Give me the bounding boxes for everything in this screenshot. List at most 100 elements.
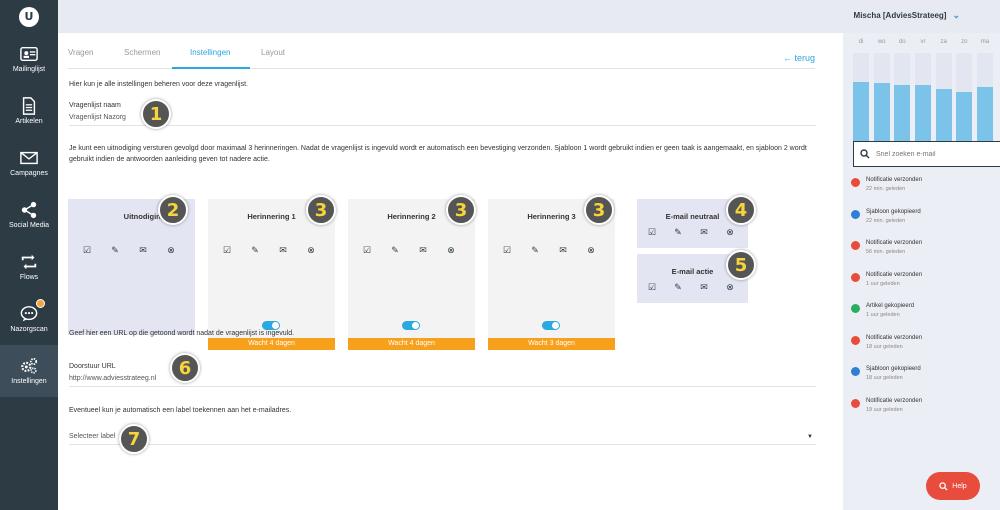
enable-toggle[interactable]	[402, 321, 420, 330]
card-actions: ☑ ✎ ✉ ⊗	[360, 243, 472, 257]
main-content: Vragen Schermen Instellingen Layout ← te…	[58, 33, 843, 510]
label-select-underline	[69, 444, 816, 445]
marker-5: 5	[726, 250, 756, 280]
day-label: di	[858, 39, 864, 45]
sidebar-item-mailinglijst[interactable]: Mailinglijst	[0, 33, 58, 85]
quick-search[interactable]	[853, 141, 1000, 167]
checkbox-icon[interactable]: ☑	[80, 243, 94, 257]
pencil-icon[interactable]: ✎	[388, 243, 402, 257]
feed-item-title: Notificatie verzonden	[866, 240, 923, 246]
feed-item-time: 1 uur geleden	[866, 312, 900, 318]
help-button[interactable]: Help	[926, 472, 980, 500]
sidebar-item-label: Flows	[19, 274, 39, 281]
sidebar-item-artikelen[interactable]: Artikelen	[0, 85, 58, 137]
tab-vragen[interactable]: Vragen	[68, 48, 94, 57]
flows-icon	[21, 254, 37, 270]
pencil-icon[interactable]: ✎	[248, 243, 262, 257]
feed-item-time: 18 uur geleden	[866, 343, 903, 350]
envelope-icon[interactable]: ✉	[136, 243, 150, 257]
pencil-icon[interactable]: ✎	[671, 225, 685, 239]
dropdown-arrow-icon[interactable]: ▼	[807, 434, 813, 440]
wait-label: Wacht 3 dagen	[488, 338, 615, 350]
day-label: ma	[980, 39, 990, 45]
feed-item-title: Notificatie verzonden	[866, 177, 923, 183]
sidebar-item-campagnes[interactable]: Campagnes	[0, 137, 58, 189]
activity-bar-chart	[853, 53, 993, 141]
url-intro-text: Geef hier een URL op die getoond wordt n…	[69, 330, 295, 337]
activity-bar	[894, 84, 911, 141]
tab-instellingen[interactable]: Instellingen	[190, 48, 230, 57]
chevron-down-icon: ⌄	[952, 10, 960, 20]
feed-item-title: Artikel gekopieerd	[866, 303, 915, 309]
label-intro-text: Eventueel kun je automatisch een label t…	[69, 407, 292, 414]
feed-item-time: 22 min. geleden	[866, 186, 906, 192]
envelope-icon[interactable]: ✉	[697, 225, 711, 239]
marker-3: 3	[446, 195, 476, 225]
sidebar-item-label: Mailinglijst	[12, 66, 46, 73]
sidebar-item-label: Instellingen	[11, 378, 47, 385]
envelope-icon[interactable]: ✉	[697, 280, 711, 294]
day-label: do	[898, 39, 906, 45]
gears-icon	[21, 357, 38, 374]
logo-icon: U	[19, 6, 39, 27]
url-field-label: Doorstuur URL	[69, 363, 116, 370]
sidebar: Mailinglijst Artikelen Campagnes Social …	[0, 33, 58, 510]
url-field-input[interactable]: http://www.adviesstrateeg.nl	[69, 375, 156, 382]
sidebar-item-label: Nazorgscan	[10, 326, 48, 333]
envelope-icon[interactable]: ✉	[276, 243, 290, 257]
card-actions: ☑ ✎ ✉ ⊗	[500, 243, 612, 257]
envelope-icon[interactable]: ✉	[556, 243, 570, 257]
search-icon	[860, 149, 870, 159]
feed-item-time: 19 uur geleden	[866, 406, 903, 413]
close-icon[interactable]: ⊗	[304, 243, 318, 257]
pencil-icon[interactable]: ✎	[108, 243, 122, 257]
envelope-icon[interactable]: ✉	[416, 243, 430, 257]
checkbox-icon[interactable]: ☑	[220, 243, 234, 257]
sidebar-item-flows[interactable]: Flows	[0, 241, 58, 293]
card-actions: ☑ ✎ ✉ ⊗	[645, 280, 749, 294]
day-label: za	[940, 39, 947, 45]
back-link[interactable]: ← terug	[783, 53, 815, 63]
envelope-icon	[20, 151, 38, 165]
name-field-input[interactable]: Vragenlijst Nazorg	[69, 114, 126, 121]
enable-toggle[interactable]	[262, 321, 280, 330]
enable-toggle[interactable]	[542, 321, 560, 330]
app-logo[interactable]: U	[0, 0, 58, 33]
feed-item-title: Sjabloon gekopieerd	[866, 208, 921, 215]
checkbox-icon[interactable]: ☑	[645, 280, 659, 294]
marker-3: 3	[584, 195, 614, 225]
marker-6: 6	[170, 353, 200, 383]
sidebar-item-label: Campagnes	[10, 170, 48, 177]
feed-item-title: Notificatie verzonden	[866, 397, 923, 404]
checkbox-icon[interactable]: ☑	[645, 225, 659, 239]
top-bar: U Mischa [AdviesStrateeg] ⌄	[0, 0, 1000, 33]
pencil-icon[interactable]: ✎	[671, 280, 685, 294]
close-icon[interactable]: ⊗	[164, 243, 178, 257]
tab-layout[interactable]: Layout	[261, 48, 285, 57]
label-select[interactable]: Selecteer label	[69, 433, 115, 440]
sidebar-item-nazorgscan[interactable]: Nazorgscan	[0, 293, 58, 345]
active-tab-indicator	[172, 67, 250, 69]
close-icon[interactable]: ⊗	[723, 280, 737, 294]
close-icon[interactable]: ⊗	[723, 225, 737, 239]
marker-3: 3	[306, 195, 336, 225]
document-icon	[22, 97, 36, 115]
close-icon[interactable]: ⊗	[444, 243, 458, 257]
card-actions: ☑ ✎ ✉ ⊗	[220, 243, 332, 257]
checkbox-icon[interactable]: ☑	[360, 243, 374, 257]
sidebar-item-social-media[interactable]: Social Media	[0, 189, 58, 241]
sidebar-item-instellingen[interactable]: Instellingen	[0, 345, 58, 397]
user-menu[interactable]: Mischa [AdviesStrateeg] ⌄	[854, 10, 960, 21]
tab-schermen[interactable]: Schermen	[124, 48, 160, 57]
feed-status-icon	[851, 398, 860, 408]
tab-bar: Vragen Schermen Instellingen Layout	[68, 41, 815, 69]
user-name: Mischa [AdviesStrateeg]	[853, 11, 947, 20]
feed-item-title: Notificatie verzonden	[866, 334, 923, 341]
checkbox-icon[interactable]: ☑	[500, 243, 514, 257]
day-label: wo	[877, 39, 886, 45]
search-input[interactable]	[876, 150, 996, 158]
pencil-icon[interactable]: ✎	[528, 243, 542, 257]
close-icon[interactable]: ⊗	[584, 243, 598, 257]
feed-item-time: 22 min. geleden	[866, 217, 906, 224]
marker-7: 7	[119, 424, 149, 454]
